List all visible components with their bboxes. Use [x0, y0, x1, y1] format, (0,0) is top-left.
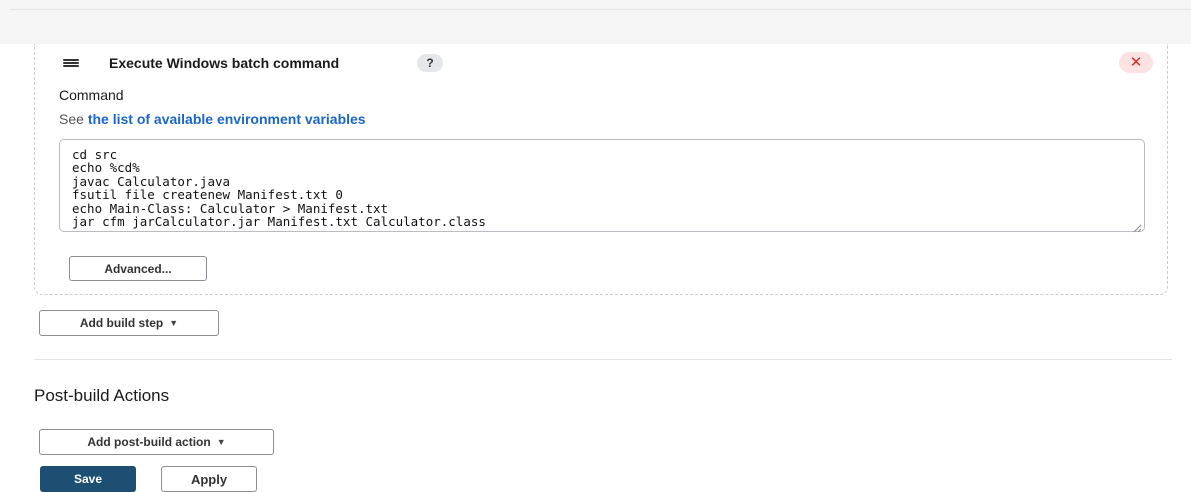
add-build-step-button[interactable]: Add build step ▼: [39, 310, 219, 336]
drag-handle-icon[interactable]: [63, 59, 79, 67]
env-variables-link[interactable]: the list of available environment variab…: [88, 111, 366, 127]
advanced-button-label: Advanced...: [104, 261, 172, 276]
chevron-down-icon: ▼: [216, 437, 226, 447]
top-band: [0, 0, 1191, 44]
delete-step-button[interactable]: ✕: [1119, 52, 1153, 73]
section-divider: [34, 359, 1172, 360]
chevron-down-icon: ▼: [169, 318, 179, 328]
env-variables-line: See the list of available environment va…: [59, 111, 366, 127]
save-button[interactable]: Save: [40, 466, 136, 492]
apply-button[interactable]: Apply: [161, 466, 257, 492]
command-textarea[interactable]: cd src echo %cd% javac Calculator.java f…: [59, 139, 1145, 232]
apply-button-label: Apply: [190, 471, 228, 487]
build-step-card: Execute Windows batch command ? ✕ Comman…: [34, 44, 1168, 295]
add-post-build-label: Add post-build action: [87, 435, 211, 449]
help-icon[interactable]: ?: [417, 54, 443, 72]
env-prefix: See: [59, 111, 88, 127]
resize-grip-icon[interactable]: [1133, 220, 1142, 233]
advanced-button[interactable]: Advanced...: [69, 256, 207, 281]
top-divider: [10, 9, 1191, 10]
build-step-title: Execute Windows batch command: [109, 55, 340, 71]
post-build-title: Post-build Actions: [34, 386, 170, 405]
add-build-step-label: Add build step: [79, 316, 164, 330]
command-label: Command: [59, 87, 124, 103]
add-post-build-action-button[interactable]: Add post-build action ▼: [39, 429, 274, 455]
